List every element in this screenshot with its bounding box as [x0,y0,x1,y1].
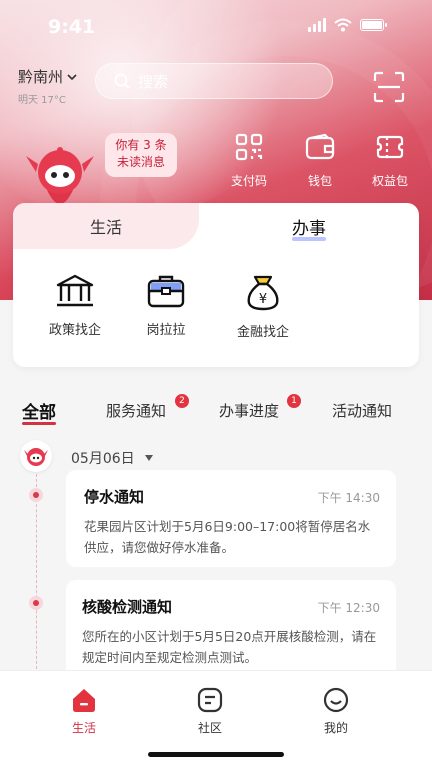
location-selector[interactable]: 黔南州 明天 17°C [18,66,77,106]
tab-life[interactable]: 生活 [13,203,199,249]
service-jobs[interactable]: 岗拉拉 [126,273,206,338]
unread-line-1: 你有 3 条 [115,138,167,152]
search-bar[interactable]: 搜索 [95,63,333,99]
scan-icon [373,71,405,103]
timeline-dot [29,596,43,610]
mascot-avatar-icon [24,448,48,466]
service-label: 政策找企 [48,323,101,338]
scan-button[interactable] [372,70,406,104]
wifi-icon [334,18,352,32]
unread-badge: 2 [175,394,189,408]
status-time: 9:41 [48,16,96,38]
notice-card[interactable]: 停水通知 下午 14:30 花果园片区计划于5月6日9:00–17:00将暂停居… [66,470,396,567]
notice-tab-service[interactable]: 服务通知 2 [106,394,189,421]
bank-icon [56,274,94,307]
notice-tab-progress[interactable]: 办事进度 1 [219,394,301,421]
nav-label: 我的 [323,721,348,735]
svg-text:¥: ¥ [259,292,267,307]
quick-action-label: 钱包 [307,174,332,188]
money-bag-icon: ¥ [247,275,279,311]
quick-action-wallet[interactable]: 钱包 [290,130,350,189]
home-icon [73,689,95,712]
notice-time: 下午 14:30 [317,491,380,505]
notice-tab-all[interactable]: 全部 [22,398,56,425]
status-bar: 9:41 [0,14,432,40]
notice-tab-label: 服务通知 [106,402,167,420]
signal-icon [308,18,326,32]
quick-action-label: 权益包 [371,174,408,188]
nav-profile[interactable]: 我的 [306,687,366,736]
timeline-dot [29,488,43,502]
notice-time: 下午 12:30 [317,601,380,615]
tab-life-label: 生活 [89,218,122,237]
community-icon [197,687,223,713]
notice-body: 您所在的小区计划于5月5日20点开展核酸检测，请在规定时间内至规定检测点测试。 [82,629,377,665]
city-name: 黔南州 [18,68,64,86]
nav-community[interactable]: 社区 [180,687,240,736]
service-card: 生活 办事 政策找企 岗拉拉 ¥ 金融找企 [13,203,419,367]
profile-icon [323,687,349,713]
timeline-avatar [20,440,52,472]
notice-tab-label: 办事进度 [219,402,280,420]
chevron-down-icon [67,73,77,80]
search-placeholder: 搜索 [138,72,169,91]
nav-label: 生活 [71,721,96,735]
tab-affairs[interactable]: 办事 [199,203,419,249]
notice-card[interactable]: 核酸检测通知 下午 12:30 您所在的小区计划于5月5日20点开展核酸检测，请… [66,580,396,680]
search-icon [114,73,130,89]
weather-text: 明天 17°C [18,95,66,106]
quick-action-label: 支付码 [230,174,267,188]
battery-icon [360,19,387,31]
notice-body: 花果园片区计划于5月6日9:00–17:00将暂停居名水供应，请您做好停水准备。 [84,519,371,555]
quick-action-pay-code[interactable]: 支付码 [219,130,279,189]
caret-down-icon [144,455,153,461]
home-indicator [148,752,284,757]
unread-badge: 1 [287,394,301,408]
nav-label: 社区 [197,721,222,735]
qr-code-icon [235,133,263,161]
coupon-icon [376,135,404,159]
timeline-date: 05月06日 [71,451,135,467]
wallet-icon [305,133,335,160]
service-label: 岗拉拉 [146,323,186,338]
briefcase-icon [147,275,185,308]
unread-line-2: 未读消息 [116,155,165,169]
unread-bubble[interactable]: 你有 3 条 未读消息 [105,133,177,177]
tab-affairs-label: 办事 [292,214,326,241]
service-policy[interactable]: 政策找企 [35,273,115,338]
nav-life[interactable]: 生活 [54,687,114,736]
quick-action-benefits[interactable]: 权益包 [360,130,420,189]
notice-tabs: 全部 服务通知 2 办事进度 1 活动通知 [0,394,432,425]
service-finance[interactable]: ¥ 金融找企 [223,273,303,340]
timeline-line [36,474,37,674]
service-label: 金融找企 [236,325,289,340]
timeline-date-selector[interactable]: 05月06日 [71,448,153,468]
notice-tab-activity[interactable]: 活动通知 [332,400,392,421]
